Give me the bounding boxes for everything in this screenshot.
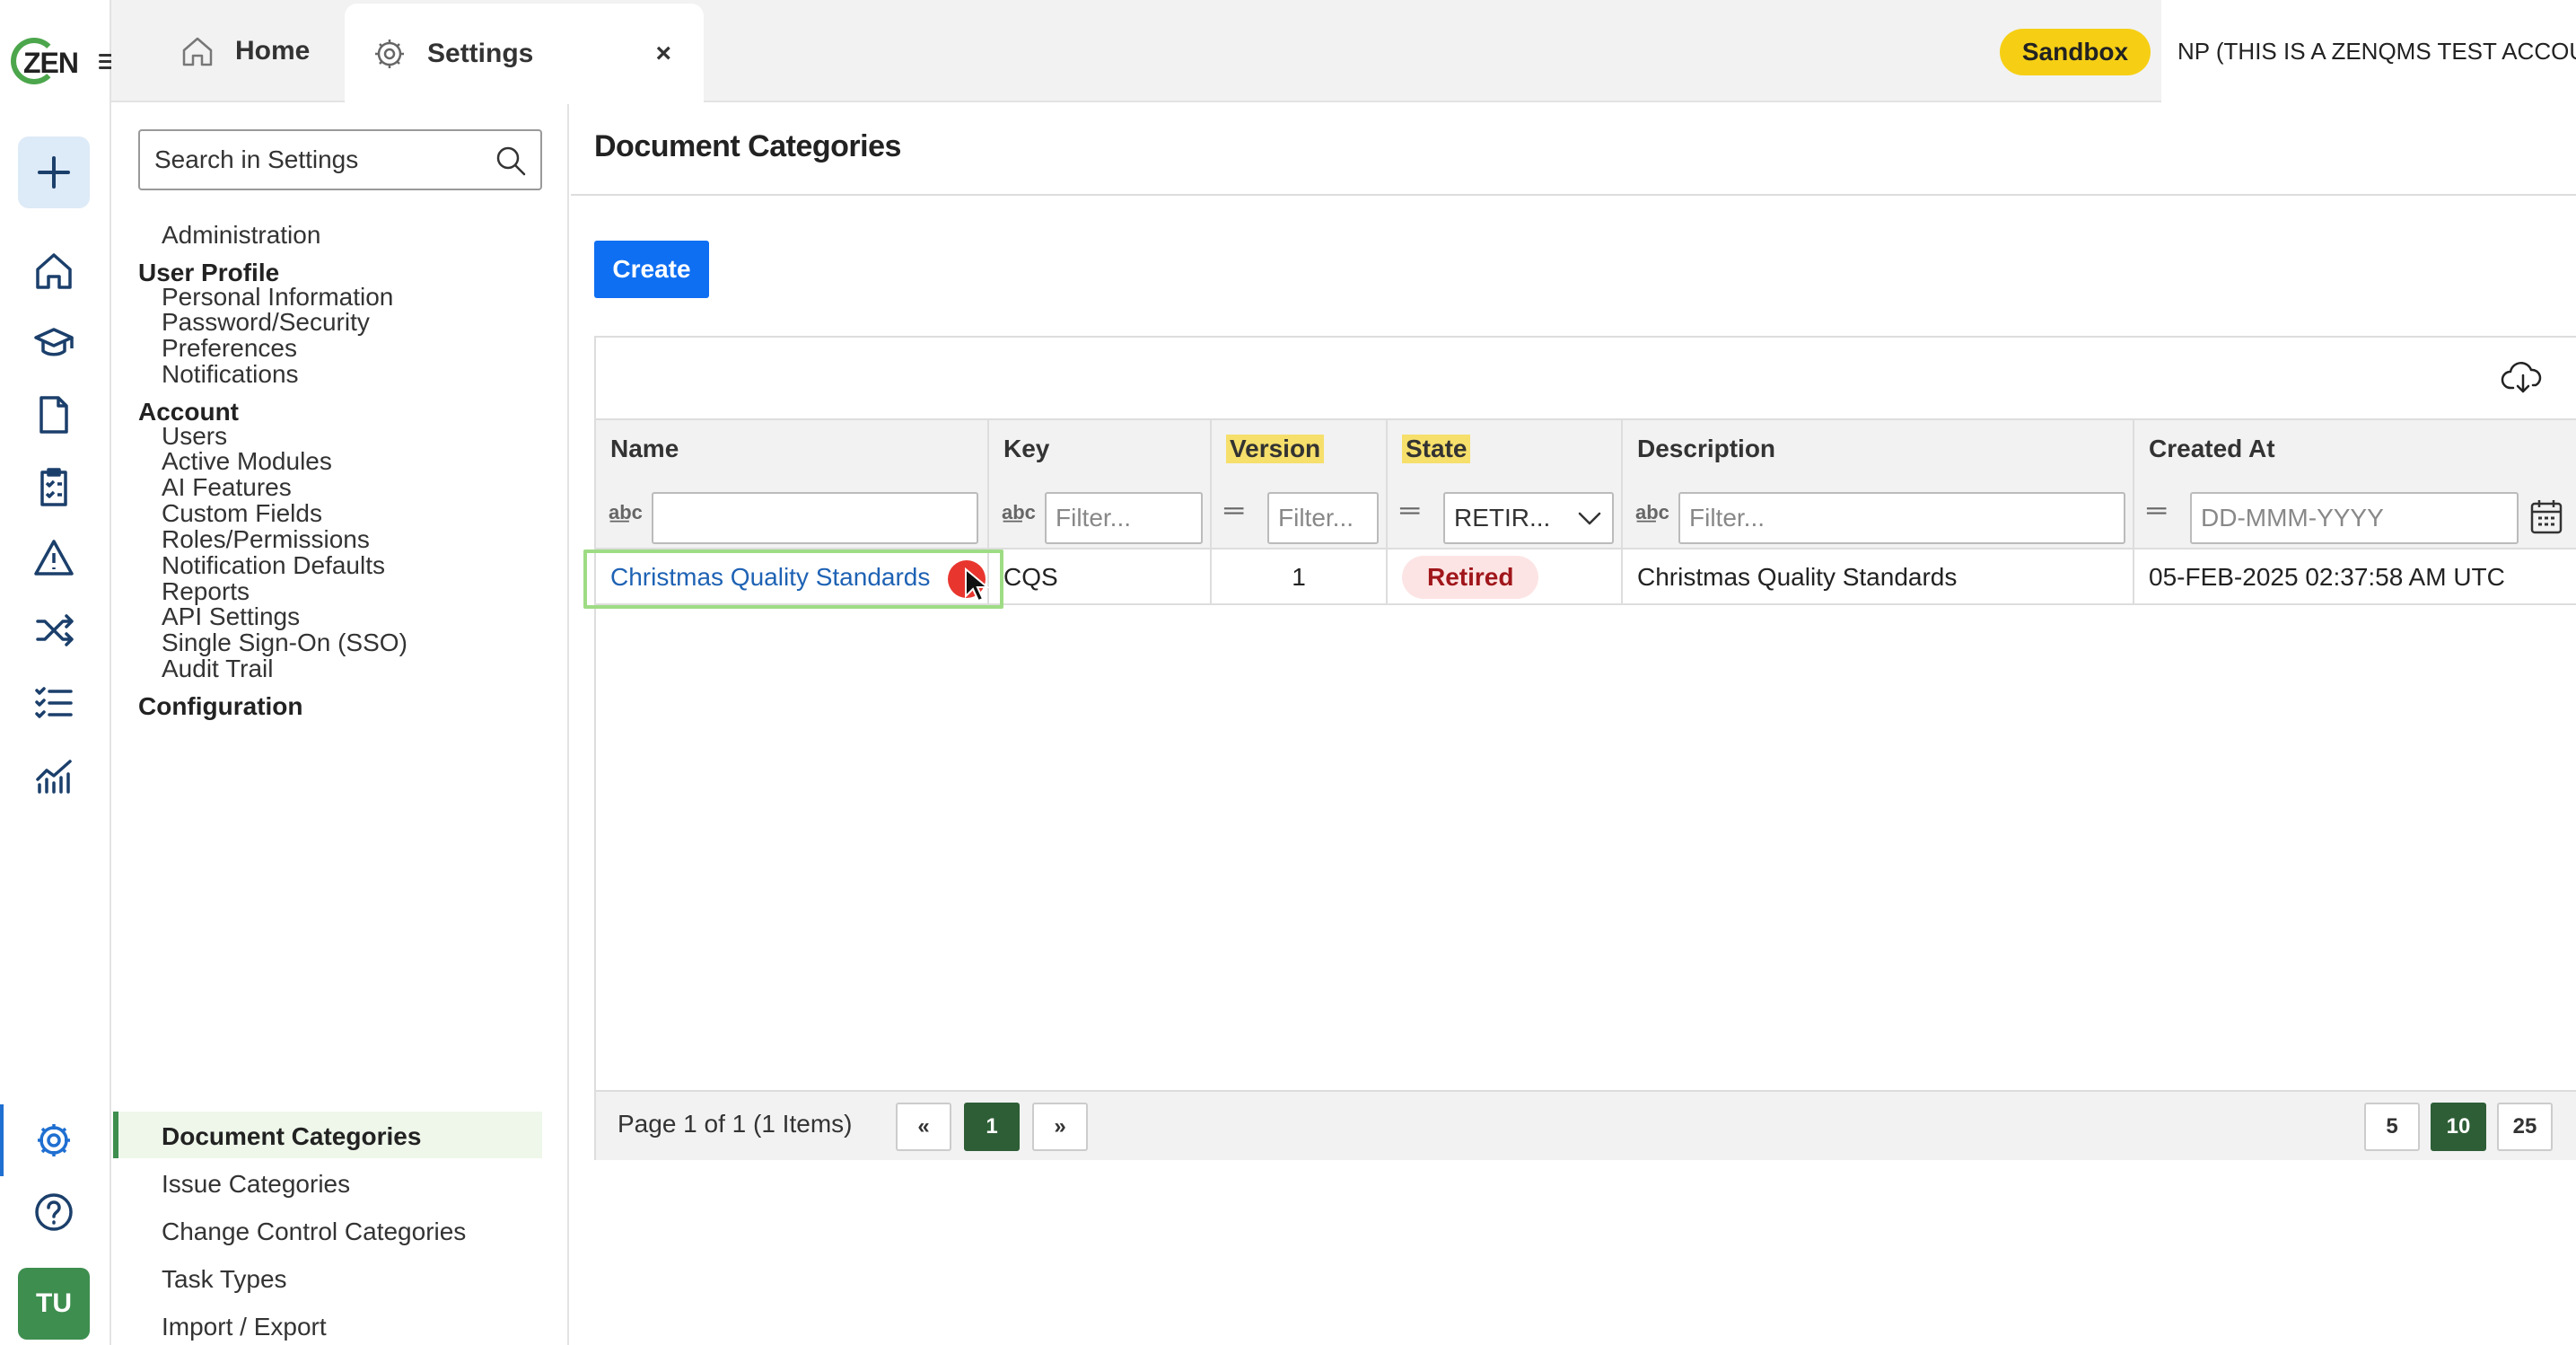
nav-sso[interactable]: Single Sign-On (SSO): [162, 629, 407, 657]
equals-filter-icon[interactable]: ═: [2147, 496, 2166, 526]
nav-task-types[interactable]: Task Types: [162, 1265, 287, 1294]
nav-active-modules[interactable]: Active Modules: [162, 447, 332, 476]
equals-filter-icon[interactable]: ═: [1224, 496, 1243, 526]
filter-cell-version: ═: [1212, 478, 1388, 551]
cell-description: Christmas Quality Standards: [1623, 549, 2134, 605]
filter-state-select[interactable]: RETIR...: [1443, 492, 1614, 544]
column-header-created-at[interactable]: Created At: [2134, 420, 2576, 478]
filter-version-input[interactable]: [1267, 492, 1379, 544]
grid-toolbar: [596, 338, 2576, 418]
nav-document-categories[interactable]: Document Categories: [162, 1122, 421, 1151]
plus-icon[interactable]: [18, 136, 90, 208]
cell-created-at: 05-FEB-2025 02:37:58 AM UTC: [2149, 563, 2505, 591]
nav-password-security[interactable]: Password/Security: [162, 308, 370, 337]
rail-active-indicator: [0, 1104, 4, 1176]
filter-key-input[interactable]: [1045, 492, 1203, 544]
filter-cell-name: a͟bc: [596, 478, 989, 551]
nav-notification-defaults[interactable]: Notification Defaults: [162, 551, 385, 580]
focus-outline: [583, 549, 1003, 609]
filter-name-input[interactable]: [652, 492, 978, 544]
home-icon: [182, 37, 213, 66]
nav-custom-fields[interactable]: Custom Fields: [162, 499, 322, 528]
sandbox-badge: Sandbox: [2000, 29, 2151, 75]
filter-description-input[interactable]: [1678, 492, 2125, 544]
nav-ai-features[interactable]: AI Features: [162, 473, 292, 502]
shuffle-icon[interactable]: [27, 603, 81, 657]
page-size-25[interactable]: 25: [2497, 1103, 2553, 1151]
cloud-download-icon[interactable]: [2501, 359, 2545, 395]
next-page-button[interactable]: »: [1032, 1103, 1088, 1151]
settings-search[interactable]: [138, 129, 542, 190]
warning-icon[interactable]: [27, 532, 81, 585]
column-header-key[interactable]: Key: [989, 420, 1212, 478]
equals-filter-icon[interactable]: ═: [1400, 496, 1419, 526]
nav-change-control-categories[interactable]: Change Control Categories: [162, 1218, 466, 1246]
gear-icon: [375, 40, 404, 68]
checklist-icon[interactable]: [27, 460, 81, 514]
cursor-icon: [965, 567, 989, 602]
nav-audit-trail[interactable]: Audit Trail: [162, 655, 274, 683]
prev-page-button[interactable]: «: [896, 1103, 951, 1151]
avatar[interactable]: TU: [18, 1268, 90, 1340]
gear-icon[interactable]: [27, 1113, 81, 1167]
settings-sidebar: Administration User Profile Personal Inf…: [111, 104, 569, 1345]
tab-settings[interactable]: Settings ×: [345, 4, 704, 104]
status-badge: Retired: [1402, 556, 1539, 599]
column-header-description[interactable]: Description: [1623, 420, 2134, 478]
document-icon[interactable]: [27, 388, 81, 442]
page-size-5[interactable]: 5: [2364, 1103, 2420, 1151]
filter-cell-key: a͟bc: [989, 478, 1212, 551]
cell-key: CQS: [989, 549, 1212, 605]
nav-roles-permissions[interactable]: Roles/Permissions: [162, 525, 370, 554]
page-size-10[interactable]: 10: [2431, 1103, 2486, 1151]
nav-section-configuration: Configuration: [138, 692, 303, 720]
top-bar: Home Settings × Sandbox NP (THIS IS A ZE…: [111, 0, 2576, 104]
zen-logo[interactable]: ZEN: [7, 34, 79, 88]
main-content: Document Categories Create Name Key Vers…: [571, 104, 2576, 1345]
app-rail: ZEN TU: [0, 0, 122, 1345]
close-icon[interactable]: ×: [655, 39, 671, 69]
create-button[interactable]: Create: [594, 241, 709, 298]
calendar-icon[interactable]: [2529, 497, 2563, 535]
filter-created-at-input[interactable]: [2190, 492, 2519, 544]
text-filter-icon[interactable]: a͟bc: [609, 501, 643, 524]
tab-home-label: Home: [235, 36, 311, 66]
training-icon[interactable]: [27, 316, 81, 370]
home-icon[interactable]: [27, 244, 81, 298]
column-header-version[interactable]: Version: [1212, 420, 1388, 478]
settings-search-input[interactable]: [154, 145, 478, 174]
divider: [571, 194, 2576, 196]
nav-api-settings[interactable]: API Settings: [162, 602, 300, 631]
account-name[interactable]: NP (THIS IS A ZENQMS TEST ACCOUNT): [2161, 0, 2576, 102]
chevron-down-icon: [1578, 512, 1601, 525]
text-filter-icon[interactable]: a͟bc: [1002, 501, 1036, 524]
search-icon[interactable]: [494, 144, 528, 178]
tasks-icon[interactable]: [27, 675, 81, 729]
cell-version: 1: [1212, 549, 1388, 605]
page-info: Page 1 of 1 (1 Items): [618, 1110, 853, 1138]
nav-preferences[interactable]: Preferences: [162, 334, 297, 363]
page-title: Document Categories: [594, 129, 901, 163]
grid-pager: Page 1 of 1 (1 Items) « 1 » 5 10 25: [596, 1090, 2576, 1160]
column-header-state[interactable]: State: [1388, 420, 1623, 478]
document-categories-grid: Name Key Version State Description Creat…: [583, 336, 2576, 1160]
filter-cell-description: a͟bc: [1623, 478, 2134, 551]
column-header-name[interactable]: Name: [596, 420, 989, 478]
nav-import-export[interactable]: Import / Export: [162, 1313, 327, 1341]
tab-settings-label: Settings: [427, 39, 534, 68]
text-filter-icon[interactable]: a͟bc: [1635, 501, 1669, 524]
cell-state: Retired: [1388, 549, 1623, 605]
grid-header: Name Key Version State Description Creat…: [596, 418, 2576, 551]
page-button-1[interactable]: 1: [964, 1103, 1020, 1151]
nav-notifications[interactable]: Notifications: [162, 360, 299, 389]
tab-home[interactable]: Home: [180, 0, 310, 102]
filter-cell-created-at: ═: [2134, 478, 2576, 551]
nav-issue-categories[interactable]: Issue Categories: [162, 1170, 350, 1199]
help-icon[interactable]: [27, 1185, 81, 1239]
analytics-icon[interactable]: [27, 747, 81, 801]
filter-cell-state: ═ RETIR...: [1388, 478, 1623, 551]
nav-administration[interactable]: Administration: [162, 221, 320, 250]
